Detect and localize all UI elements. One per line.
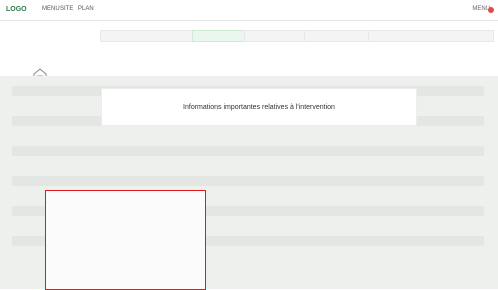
important-info-banner: Informations importantes relatives à l'i… xyxy=(101,88,417,126)
nav-item[interactable]: SITE xyxy=(60,6,73,12)
card-row xyxy=(60,216,180,220)
tab-active[interactable] xyxy=(192,30,250,42)
top-navigation: LOGO MENU SITE PLAN MENU xyxy=(0,0,498,21)
card-row xyxy=(60,264,180,268)
tab-bar xyxy=(100,30,496,42)
nav-item[interactable]: MENU xyxy=(42,6,60,12)
banner-text: Informations importantes relatives à l'i… xyxy=(183,103,335,111)
card-row xyxy=(60,251,180,255)
card-row xyxy=(60,244,180,248)
tab[interactable] xyxy=(244,30,310,42)
tab[interactable] xyxy=(100,30,198,42)
info-row xyxy=(0,44,498,90)
card-row xyxy=(60,223,180,227)
nav-item[interactable]: PLAN xyxy=(78,6,94,12)
tab[interactable] xyxy=(368,30,494,42)
background-row xyxy=(12,146,484,156)
card-row xyxy=(60,237,180,241)
background-row xyxy=(12,176,484,186)
card-row xyxy=(60,230,180,234)
app-logo[interactable]: LOGO xyxy=(6,6,27,13)
notification-dot-icon[interactable] xyxy=(488,7,494,13)
tab[interactable] xyxy=(304,30,374,42)
